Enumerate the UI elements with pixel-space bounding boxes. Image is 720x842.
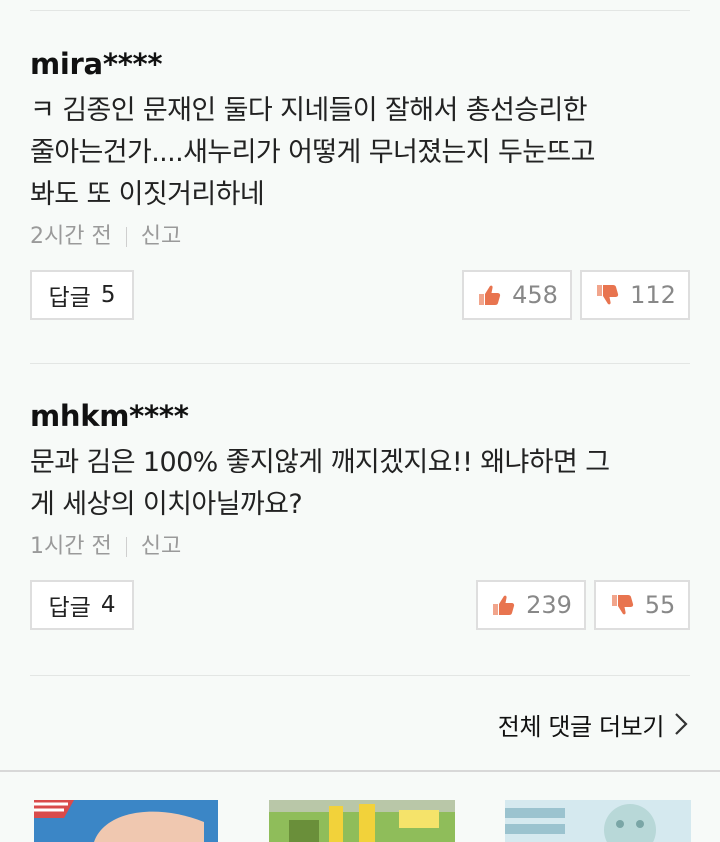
thumbs-up-icon <box>493 595 515 615</box>
thumbnail-image <box>269 800 455 842</box>
more-comments-link[interactable]: 전체 댓글 더보기 <box>498 704 688 744</box>
comment-line: 게 세상의 이치아닐까요? <box>30 489 303 520</box>
meta-separator <box>125 537 127 557</box>
comment-author[interactable]: mhkm**** <box>30 396 690 436</box>
comment-time: 2시간 전 <box>30 224 112 249</box>
dislike-count: 112 <box>630 281 676 309</box>
more-comments-label: 전체 댓글 더보기 <box>497 712 665 741</box>
comment-line: ㅋ 김종인 문재인 둘다 지네들이 잘해서 총선승리한 <box>30 95 588 126</box>
top-divider <box>30 10 690 11</box>
reply-button[interactable]: 답글 5 <box>30 270 134 320</box>
comment-time: 1시간 전 <box>30 534 112 559</box>
chevron-right-icon <box>675 713 688 735</box>
dislike-button[interactable]: 55 <box>594 580 690 630</box>
reply-count: 4 <box>100 592 116 618</box>
thumbs-up-icon <box>479 285 501 305</box>
thumbnail-image <box>34 800 218 842</box>
comment-divider <box>30 675 690 676</box>
report-link[interactable]: 신고 <box>141 222 181 252</box>
like-button[interactable]: 239 <box>476 580 586 630</box>
reply-button[interactable]: 답글 4 <box>30 580 134 630</box>
reply-label: 답글 <box>48 595 91 621</box>
comment-line: 줄아는건가....새누리가 어떻게 무너졌는지 두눈뜨고 <box>30 137 596 168</box>
comment-author[interactable]: mira**** <box>30 44 690 84</box>
thumbs-down-icon <box>611 595 633 615</box>
comment-line: 봐도 또 이짓거리하네 <box>30 179 265 210</box>
related-article-thumbnail[interactable] <box>505 800 691 842</box>
comment-body: ㅋ 김종인 문재인 둘다 지네들이 잘해서 총선승리한 줄아는건가....새누리… <box>30 90 690 216</box>
thumbs-down-icon <box>597 285 619 305</box>
like-button[interactable]: 458 <box>462 270 572 320</box>
like-count: 458 <box>512 281 558 309</box>
comment-line: 문과 김은 100% 좋지않게 깨지겠지요!! 왜냐하면 그 <box>30 447 610 478</box>
reply-count: 5 <box>100 282 116 308</box>
reply-label: 답글 <box>48 285 91 311</box>
comment-actions: 답글 5 458 112 <box>30 270 690 320</box>
comment-meta: 1시간 전 신고 <box>30 532 690 562</box>
related-article-thumbnail[interactable] <box>269 800 455 842</box>
meta-separator <box>125 227 127 247</box>
comment-item: mhkm**** 문과 김은 100% 좋지않게 깨지겠지요!! 왜냐하면 그 … <box>30 396 690 630</box>
dislike-count: 55 <box>644 591 676 619</box>
dislike-button[interactable]: 112 <box>580 270 690 320</box>
like-count: 239 <box>526 591 572 619</box>
comment-body: 문과 김은 100% 좋지않게 깨지겠지요!! 왜냐하면 그 게 세상의 이치아… <box>30 442 690 526</box>
comment-divider <box>30 363 690 364</box>
comment-meta: 2시간 전 신고 <box>30 222 690 252</box>
thumbnail-image <box>505 800 691 842</box>
section-separator <box>0 770 720 772</box>
comment-actions: 답글 4 239 55 <box>30 580 690 630</box>
comment-item: mira**** ㅋ 김종인 문재인 둘다 지네들이 잘해서 총선승리한 줄아는… <box>30 44 690 320</box>
report-link[interactable]: 신고 <box>141 532 181 562</box>
related-article-thumbnail[interactable] <box>34 800 218 842</box>
